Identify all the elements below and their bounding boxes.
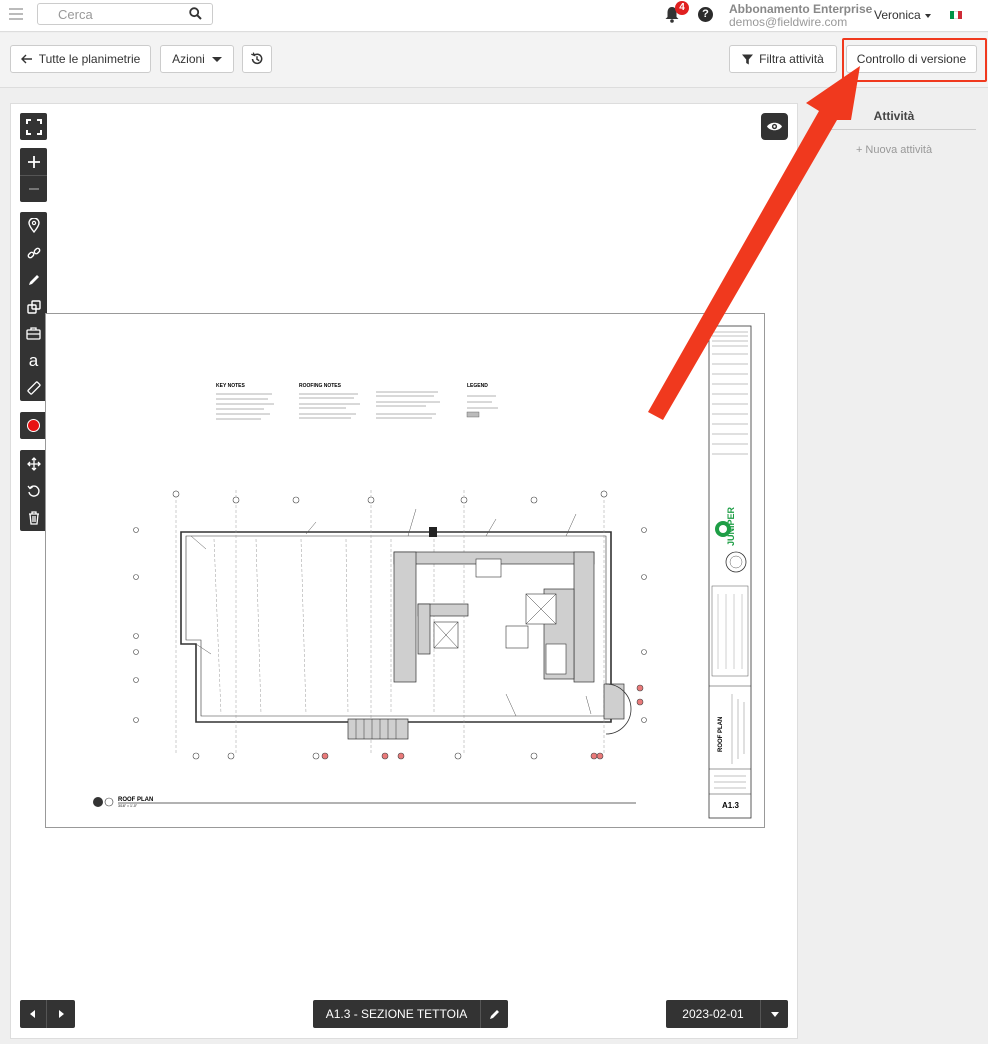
edit-tools [20,450,47,531]
sheet-title: ROOF PLAN [718,717,724,752]
legend-title: LEGEND [467,383,488,389]
sheet-name-button[interactable]: A1.3 - SEZIONE TETTOIA [313,1000,481,1028]
next-page-icon[interactable] [47,1000,74,1028]
color-tool [20,412,47,439]
sheet-number: A1.3 [722,801,739,810]
tasks-title: Attività [812,109,976,130]
plan-scale: 3/16" = 1'-0" [118,804,138,808]
chevron-down-icon [924,13,931,18]
plan-drawing[interactable]: KEY NOTES ROOFING NOTES LEGEND ROOF PLAN… [45,313,765,828]
version-date-label: 2023-02-01 [682,1007,744,1021]
new-task-link[interactable]: + Nuova attività [812,144,976,156]
page-nav [20,1000,75,1028]
prev-page-icon[interactable] [20,1000,47,1028]
trash-icon[interactable] [20,504,47,531]
undo-icon[interactable] [20,477,47,504]
toolbox-icon[interactable] [20,320,47,347]
ruler-icon[interactable] [20,374,47,401]
user-menu[interactable]: Veronica [874,8,931,22]
roofing-notes-title: ROOFING NOTES [299,383,342,389]
plan-name: Abbonamento Enterprise [729,2,873,16]
history-button[interactable] [242,45,272,73]
highlight-box [842,38,987,82]
version-date-button[interactable]: 2023-02-01 [666,1000,761,1028]
plan-title: ROOF PLAN [118,797,153,803]
notification-badge[interactable]: 4 [675,1,689,15]
pencil-icon[interactable] [481,1000,508,1028]
all-plans-button[interactable]: Tutte le planimetrie [10,45,151,73]
link-icon[interactable] [20,239,47,266]
actions-label: Azioni [172,52,205,66]
move-icon[interactable] [20,450,47,477]
eye-icon[interactable] [761,113,788,140]
zoom-out-icon[interactable] [20,175,47,202]
sheet-selector: A1.3 - SEZIONE TETTOIA [313,1000,508,1028]
text-tool-icon[interactable]: a [20,347,47,374]
visibility-toggle [761,113,788,140]
user-name: Veronica [874,8,921,22]
location-pin-icon[interactable] [20,212,47,239]
zoom-tools [20,148,47,202]
top-bar: 4 ? Abbonamento Enterprise demos@fieldwi… [0,0,988,32]
shapes-icon[interactable] [20,293,47,320]
text-tool-glyph: a [28,351,39,370]
actions-dropdown[interactable]: Azioni [160,45,234,73]
filter-tasks-button[interactable]: Filtra attività [729,45,837,73]
zoom-in-icon[interactable] [20,148,47,175]
search-icon[interactable] [189,7,202,25]
plan-drawing-graphic: KEY NOTES ROOFING NOTES LEGEND ROOF PLAN… [93,325,752,819]
sheet-label: A1.3 - SEZIONE TETTOIA [325,1007,468,1021]
search-input[interactable] [58,4,198,24]
all-plans-label: Tutte le planimetrie [38,52,141,66]
fullscreen-tool [20,113,47,140]
pencil-icon[interactable] [20,266,47,293]
record-color-icon[interactable] [20,412,47,439]
search-box[interactable] [37,3,213,25]
language-flag-icon[interactable] [950,11,962,19]
arrow-left-icon [20,54,33,64]
menu-icon[interactable] [9,8,23,20]
help-icon[interactable]: ? [698,7,713,22]
fullscreen-icon[interactable] [20,113,47,140]
account-email: demos@fieldwire.com [729,15,848,29]
key-notes-title: KEY NOTES [216,383,245,389]
filter-tasks-label: Filtra attività [759,52,824,66]
markup-tools: a [20,212,47,401]
history-icon [250,52,264,66]
version-date-selector: 2023-02-01 [666,1000,788,1028]
juniper-logo-text: JUNIPER [726,506,736,546]
filter-icon [742,54,754,65]
chevron-down-icon[interactable] [761,1000,788,1028]
chevron-down-icon [211,56,222,62]
